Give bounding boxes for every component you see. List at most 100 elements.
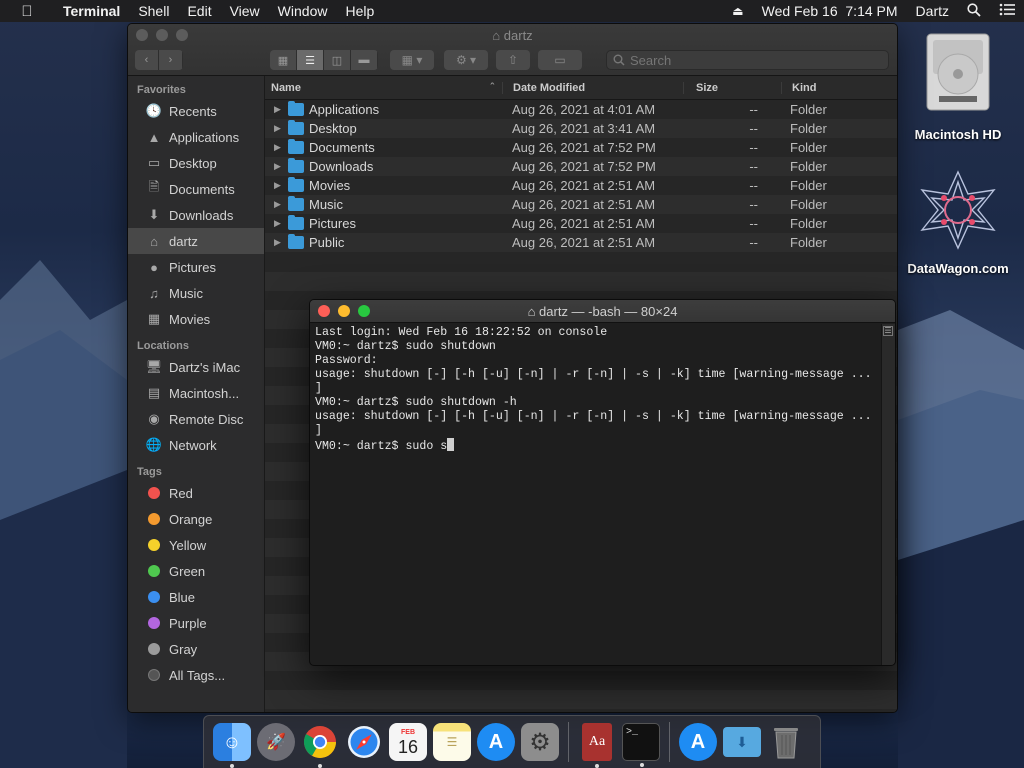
forward-button[interactable]: › (159, 50, 183, 70)
folder-icon (288, 196, 304, 211)
search-field[interactable] (606, 50, 889, 70)
camera-icon: ● (150, 259, 158, 275)
disclosure-triangle-icon[interactable]: ▶ (274, 180, 288, 191)
menubar-user[interactable]: Dartz (907, 3, 958, 19)
sidebar-item-movies[interactable]: ▦ Movies (128, 306, 264, 332)
calendar-month: FEB (401, 728, 415, 736)
tag-color-dot (148, 643, 160, 655)
dock-launchpad[interactable]: 🚀 (257, 723, 295, 761)
column-view-button[interactable]: ◫ (324, 50, 351, 70)
sidebar-item-network[interactable]: 🌐 Network (128, 432, 264, 458)
list-view-button[interactable]: ☰ (297, 50, 324, 70)
disclosure-triangle-icon[interactable]: ▶ (274, 104, 288, 115)
table-row[interactable]: ▶ Public Aug 26, 2021 at 2:51 AM -- Folder (265, 233, 897, 252)
dock-safari[interactable] (345, 723, 383, 761)
sidebar-tag-blue[interactable]: Blue (128, 584, 264, 610)
icon-view-button[interactable]: ▦ (270, 50, 297, 70)
back-button[interactable]: ‹ (135, 50, 159, 70)
menu-edit[interactable]: Edit (178, 3, 220, 19)
spotlight-search-icon[interactable] (958, 2, 990, 20)
table-row[interactable]: ▶ Movies Aug 26, 2021 at 2:51 AM -- Folder (265, 176, 897, 195)
disclosure-triangle-icon[interactable]: ▶ (274, 218, 288, 229)
terminal-prompt[interactable]: VM0:~ dartz$ sudo s (315, 438, 876, 454)
gallery-view-button[interactable]: ▬ (351, 50, 378, 70)
dock-downloads-folder[interactable]: ⬇ (723, 727, 761, 757)
action-gear-button[interactable]: ⚙ ▾ (444, 50, 488, 70)
sidebar-tag-all[interactable]: All Tags... (128, 662, 264, 688)
sidebar-item-recents[interactable]: 🕓 Recents (128, 98, 264, 124)
app-menu-terminal[interactable]: Terminal (54, 3, 129, 19)
dock: ☺ 🚀 FEB 16 ☰ A ⚙ Aa >_ A ⬇ (203, 715, 821, 768)
sidebar-tag-green[interactable]: Green (128, 558, 264, 584)
menu-view[interactable]: View (221, 3, 269, 19)
disclosure-triangle-icon[interactable]: ▶ (274, 123, 288, 134)
film-icon: ▦ (147, 311, 161, 326)
sidebar-item-downloads[interactable]: ⬇ Downloads (128, 202, 264, 228)
desktop-icon-datawagon[interactable]: DataWagon.com (902, 168, 1014, 276)
table-row[interactable]: ▶ Applications Aug 26, 2021 at 4:01 AM -- Fo… (265, 100, 897, 119)
table-row[interactable]: ▶ Documents Aug 26, 2021 at 7:52 PM -- Folde… (265, 138, 897, 157)
sidebar-item-dartz[interactable]: ⌂ dartz (128, 228, 264, 254)
column-header-date[interactable]: Date Modified (503, 81, 684, 94)
column-header-size[interactable]: Size (684, 81, 782, 94)
tag-color-dot (148, 539, 160, 551)
table-row[interactable]: ▶ Downloads Aug 26, 2021 at 7:52 PM -- Folde… (265, 157, 897, 176)
search-input[interactable] (630, 52, 870, 68)
disclosure-triangle-icon[interactable]: ▶ (274, 199, 288, 210)
share-button[interactable]: ⇧ (496, 50, 530, 70)
menu-help[interactable]: Help (336, 3, 383, 19)
sidebar-tag-red[interactable]: Red (128, 480, 264, 506)
dock-chrome[interactable] (301, 723, 339, 768)
sidebar-tag-orange[interactable]: Orange (128, 506, 264, 532)
sidebar-item-remote-disc[interactable]: ◉ Remote Disc (128, 406, 264, 432)
sidebar-tag-yellow[interactable]: Yellow (128, 532, 264, 558)
dock-trash[interactable] (767, 723, 805, 761)
tags-button[interactable]: ▭ (538, 50, 582, 70)
terminal-output[interactable]: Last login: Wed Feb 16 18:22:52 on conso… (310, 324, 881, 665)
disclosure-triangle-icon[interactable]: ▶ (274, 142, 288, 153)
sidebar-item-macintosh-hd[interactable]: ▤ Macintosh... (128, 380, 264, 406)
column-header-name[interactable]: Name ˆ (265, 81, 503, 94)
menubar-clock[interactable]: Wed Feb 16 7:14 PM (753, 3, 907, 19)
disclosure-triangle-icon[interactable]: ▶ (274, 237, 288, 248)
desktop-icon-macintosh-hd[interactable]: Macintosh HD (906, 32, 1010, 142)
dock-terminal[interactable]: >_ (622, 723, 660, 767)
dock-calendar[interactable]: FEB 16 (389, 723, 427, 761)
sidebar-item-imac[interactable]: 🖥 Dartz's iMac (128, 354, 264, 380)
document-icon: 🗎 (148, 179, 160, 194)
gear-icon: ⚙ (529, 728, 551, 756)
sidebar-tag-purple[interactable]: Purple (128, 610, 264, 636)
dock-app-store[interactable]: A (477, 723, 515, 761)
sidebar-tag-gray[interactable]: Gray (128, 636, 264, 662)
eject-icon[interactable]: ⏏ (723, 4, 752, 18)
scrollbar-split-icon[interactable]: ☰ (883, 326, 893, 336)
table-row[interactable]: ▶ Desktop Aug 26, 2021 at 3:41 AM -- Folder (265, 119, 897, 138)
sidebar-item-pictures[interactable]: ● Pictures (128, 254, 264, 280)
sidebar-item-documents[interactable]: 🗎 Documents (128, 176, 264, 202)
dock-system-preferences[interactable]: ⚙ (521, 723, 559, 761)
table-row[interactable]: ▶ Pictures Aug 26, 2021 at 2:51 AM -- Folder (265, 214, 897, 233)
folder-icon (288, 120, 304, 135)
group-by-button[interactable]: ▦ ▾ (390, 50, 434, 70)
column-header-kind[interactable]: Kind (782, 82, 816, 94)
dock-finder[interactable]: ☺ (213, 723, 251, 768)
table-row[interactable]: ▶ Music Aug 26, 2021 at 2:51 AM -- Folder (265, 195, 897, 214)
music-icon: ♫ (149, 285, 159, 301)
apple-menu-icon[interactable]:  (0, 3, 54, 20)
dock-dictionary[interactable]: Aa (582, 723, 612, 768)
dock-notes[interactable]: ☰ (433, 723, 471, 761)
menu-window[interactable]: Window (269, 3, 337, 19)
sidebar-item-desktop[interactable]: ▭ Desktop (128, 150, 264, 176)
tag-color-dot (148, 565, 160, 577)
terminal-titlebar[interactable]: ⌂ dartz — -bash — 80×24 (310, 300, 895, 323)
notification-center-icon[interactable] (990, 3, 1024, 19)
dock-app-store-downloads[interactable]: A (679, 723, 717, 761)
disclosure-triangle-icon[interactable]: ▶ (274, 161, 288, 172)
menu-shell[interactable]: Shell (129, 3, 178, 19)
sidebar-item-music[interactable]: ♫ Music (128, 280, 264, 306)
terminal-scrollbar[interactable]: ☰ (881, 324, 895, 665)
sidebar-item-applications[interactable]: ▲ Applications (128, 124, 264, 150)
tag-color-dot (148, 591, 160, 603)
folder-icon (288, 139, 304, 154)
terminal-icon: >_ (626, 727, 639, 738)
